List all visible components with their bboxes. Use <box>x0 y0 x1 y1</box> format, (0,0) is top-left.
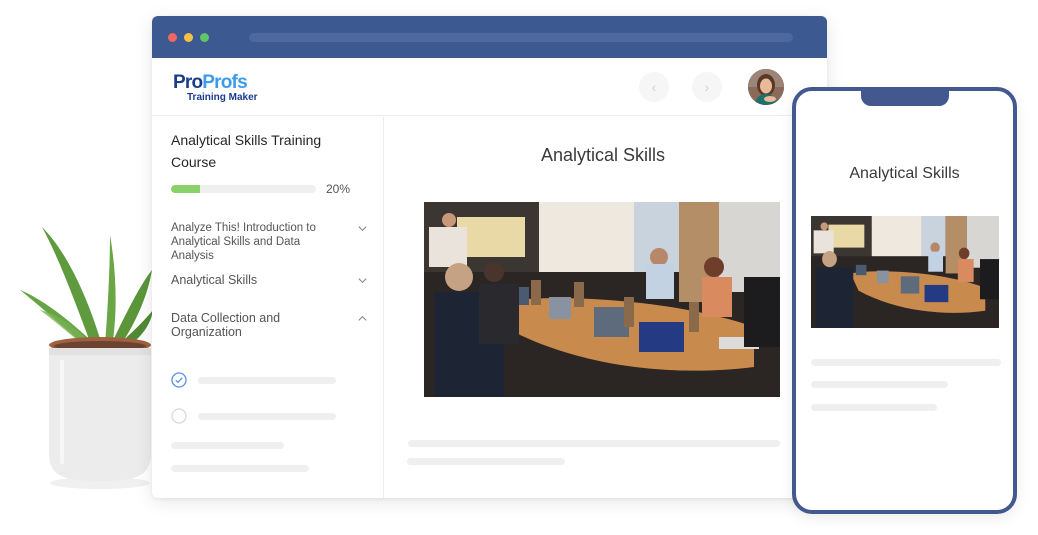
lesson-title-placeholder <box>198 377 336 384</box>
phone-notch <box>861 87 949 106</box>
module-label: Data Collection and Organization <box>171 311 281 339</box>
lesson-content: Analytical Skills <box>385 117 827 498</box>
course-sidebar: Analytical Skills Training Course 20% An… <box>152 117 384 498</box>
chevron-right-icon: › <box>704 79 710 95</box>
text-placeholder <box>811 404 937 411</box>
previous-button[interactable]: ‹ <box>639 72 669 102</box>
proprofs-logo[interactable]: ProProfs Training Maker <box>173 73 258 103</box>
logo-text-profs: Profs <box>202 72 247 93</box>
lesson-image <box>424 202 780 397</box>
module-item[interactable]: Analytical Skills <box>171 273 371 287</box>
logo-subtitle: Training Maker <box>187 92 258 103</box>
course-progress-fill <box>171 185 200 193</box>
chevron-up-icon[interactable] <box>357 313 369 325</box>
browser-titlebar <box>152 16 827 58</box>
logo-wordmark: ProProfs <box>173 73 258 92</box>
chevron-down-icon[interactable] <box>357 275 369 287</box>
next-button[interactable]: › <box>692 72 722 102</box>
module-label: Analytical Skills <box>171 273 258 287</box>
check-circle-icon <box>171 372 187 388</box>
browser-window: ProProfs Training Maker ‹ › Analytical S… <box>152 16 827 498</box>
course-progress-bar <box>171 185 316 193</box>
window-maximize-button[interactable] <box>200 33 209 42</box>
lesson-title-placeholder <box>198 413 336 420</box>
text-placeholder <box>811 381 948 388</box>
chevron-down-icon[interactable] <box>357 223 369 235</box>
module-item[interactable]: Analyze This! Introduction to Analytical… <box>171 221 371 263</box>
mobile-lesson-title: Analytical Skills <box>849 165 960 182</box>
user-avatar[interactable] <box>748 69 784 105</box>
module-item[interactable]: Data Collection and Organization <box>171 311 371 339</box>
app-header: ProProfs Training Maker ‹ › <box>152 58 827 116</box>
window-minimize-button[interactable] <box>184 33 193 42</box>
text-placeholder <box>811 359 1001 366</box>
module-label: Analyze This! Introduction to Analytical… <box>171 222 316 262</box>
chevron-left-icon: ‹ <box>651 79 657 95</box>
mobile-lesson-image <box>811 216 999 328</box>
lesson-item[interactable] <box>171 372 341 388</box>
text-placeholder <box>407 458 565 465</box>
lesson-item[interactable] <box>171 408 341 424</box>
window-close-button[interactable] <box>168 33 177 42</box>
mobile-device-preview: Analytical Skills <box>792 87 1017 514</box>
text-placeholder <box>408 440 780 447</box>
course-title: Analytical Skills Training Course <box>171 132 322 170</box>
empty-circle-icon <box>171 408 187 424</box>
course-progress-percent: 20% <box>326 182 351 196</box>
lesson-title: Analytical Skills <box>540 145 666 165</box>
text-placeholder <box>171 465 309 472</box>
logo-text-pro: Pro <box>173 72 203 93</box>
text-placeholder <box>171 442 284 449</box>
address-bar[interactable] <box>249 33 793 42</box>
decorative-plant-image <box>0 215 160 505</box>
